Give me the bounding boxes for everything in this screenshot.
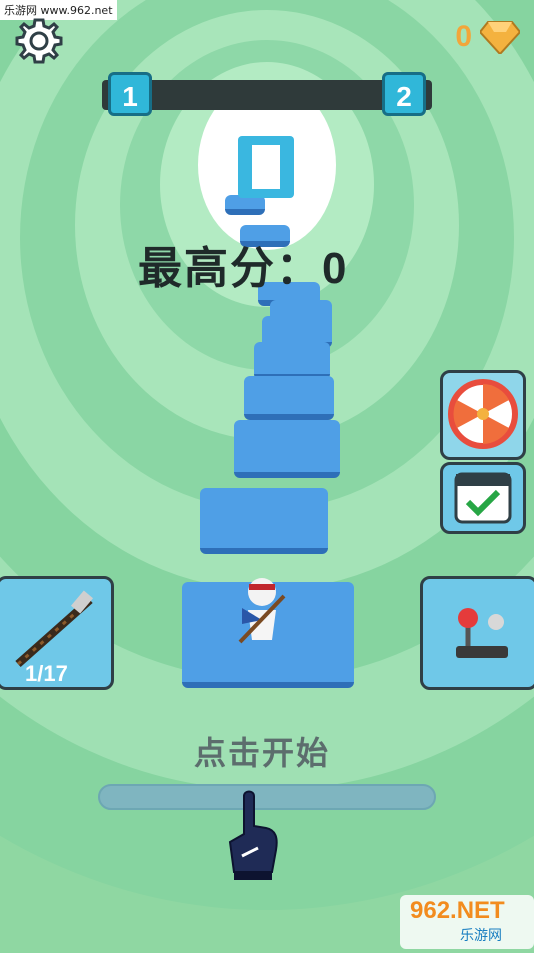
sword-collection-count: 1/17 — [25, 661, 68, 686]
current-level-badge: 1 — [108, 72, 152, 116]
joystick-icon — [456, 608, 508, 658]
prize-wheel-icon — [448, 379, 518, 449]
logo-text: 962.NET — [410, 897, 505, 924]
pointer-hand-icon — [228, 790, 278, 880]
tap-to-start-label[interactable]: 点击开始 — [194, 728, 330, 774]
diamond-icon — [480, 21, 520, 54]
current-score — [238, 136, 294, 198]
gear-icon[interactable] — [14, 16, 64, 66]
gem-count: 0 — [455, 20, 472, 53]
stair-step — [234, 420, 340, 478]
site-logo: 962.NET 乐游网 — [400, 895, 534, 949]
best-score-label: 最高分：0 — [138, 244, 349, 293]
stair-step — [244, 376, 334, 420]
player-character — [238, 578, 286, 644]
stair-step — [254, 342, 330, 380]
calendar-check-icon — [454, 472, 512, 524]
daily-calendar-button[interactable] — [440, 462, 526, 534]
logo-subtext: 乐游网 — [460, 928, 502, 944]
prize-wheel-button[interactable] — [440, 370, 526, 460]
stair-step — [200, 488, 328, 554]
stair-step — [225, 195, 265, 215]
sword-select-button[interactable]: 1/17 — [0, 576, 114, 690]
controller-button[interactable] — [420, 576, 534, 690]
next-level-badge: 2 — [382, 72, 426, 116]
